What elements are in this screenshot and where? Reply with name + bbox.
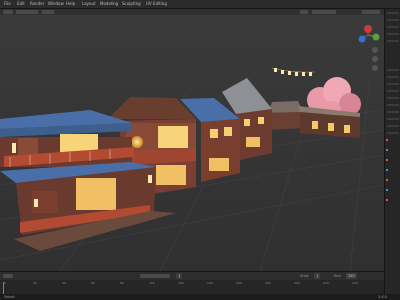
ruler-tick-label: 0	[4, 281, 6, 285]
editor-type-button[interactable]	[3, 10, 13, 14]
start-frame-field[interactable]: 1	[314, 273, 321, 279]
ruler-tick-label: 40	[62, 281, 66, 285]
shading-buttons[interactable]	[312, 10, 336, 14]
ruler-tick-label: 160	[236, 281, 242, 285]
mode-dropdown[interactable]	[16, 10, 38, 14]
ruler-tick-label: 20	[33, 281, 37, 285]
3d-viewport[interactable]	[0, 15, 384, 271]
menu-item-help[interactable]: Help	[66, 0, 75, 8]
menu-item-window[interactable]: Window	[48, 0, 64, 8]
ruler-tick-label: 120	[178, 281, 184, 285]
blender-window: File Edit Render Window Help Layout Mode…	[0, 0, 400, 300]
viewport-canvas	[0, 15, 384, 271]
ruler-tick-label: 180	[265, 281, 271, 285]
current-frame-field[interactable]: 1	[176, 273, 183, 279]
start-label: Start	[300, 274, 309, 278]
menu-item-file[interactable]: File	[4, 0, 11, 8]
ruler-tick-label: 140	[207, 281, 213, 285]
version-label: 3.6.0	[378, 295, 387, 299]
ruler-tick-label: 220	[323, 281, 329, 285]
view-menu[interactable]	[42, 10, 54, 14]
top-menubar: File Edit Render Window Help Layout Mode…	[0, 0, 400, 9]
playback-controls[interactable]	[140, 274, 170, 278]
ruler-tick-label: 100	[149, 281, 155, 285]
tab-modeling[interactable]: Modeling	[100, 0, 118, 8]
menu-item-render[interactable]: Render	[30, 0, 44, 8]
status-bar: Select 3.6.0	[0, 294, 400, 300]
ruler-tick-label: 200	[294, 281, 300, 285]
options-button[interactable]	[362, 10, 380, 14]
outliner-rows	[386, 12, 399, 201]
ruler-tick-label: 240	[352, 281, 358, 285]
right-panel-outliner[interactable]	[384, 9, 400, 300]
overlay-button[interactable]	[300, 10, 308, 14]
tab-layout[interactable]: Layout	[82, 0, 96, 8]
ruler-tick-label: 60	[91, 281, 95, 285]
tab-uv-editing[interactable]: UV Editing	[146, 0, 167, 8]
end-frame-field[interactable]: 250	[346, 273, 357, 279]
ruler-tick-label: 80	[120, 281, 124, 285]
end-label: End	[334, 274, 341, 278]
viewport-nav-icons[interactable]	[372, 47, 378, 71]
timeline-editor-button[interactable]	[3, 274, 13, 278]
menu-item-edit[interactable]: Edit	[17, 0, 25, 8]
status-hint: Select	[4, 295, 15, 299]
tab-sculpting[interactable]: Sculpting	[122, 0, 141, 8]
